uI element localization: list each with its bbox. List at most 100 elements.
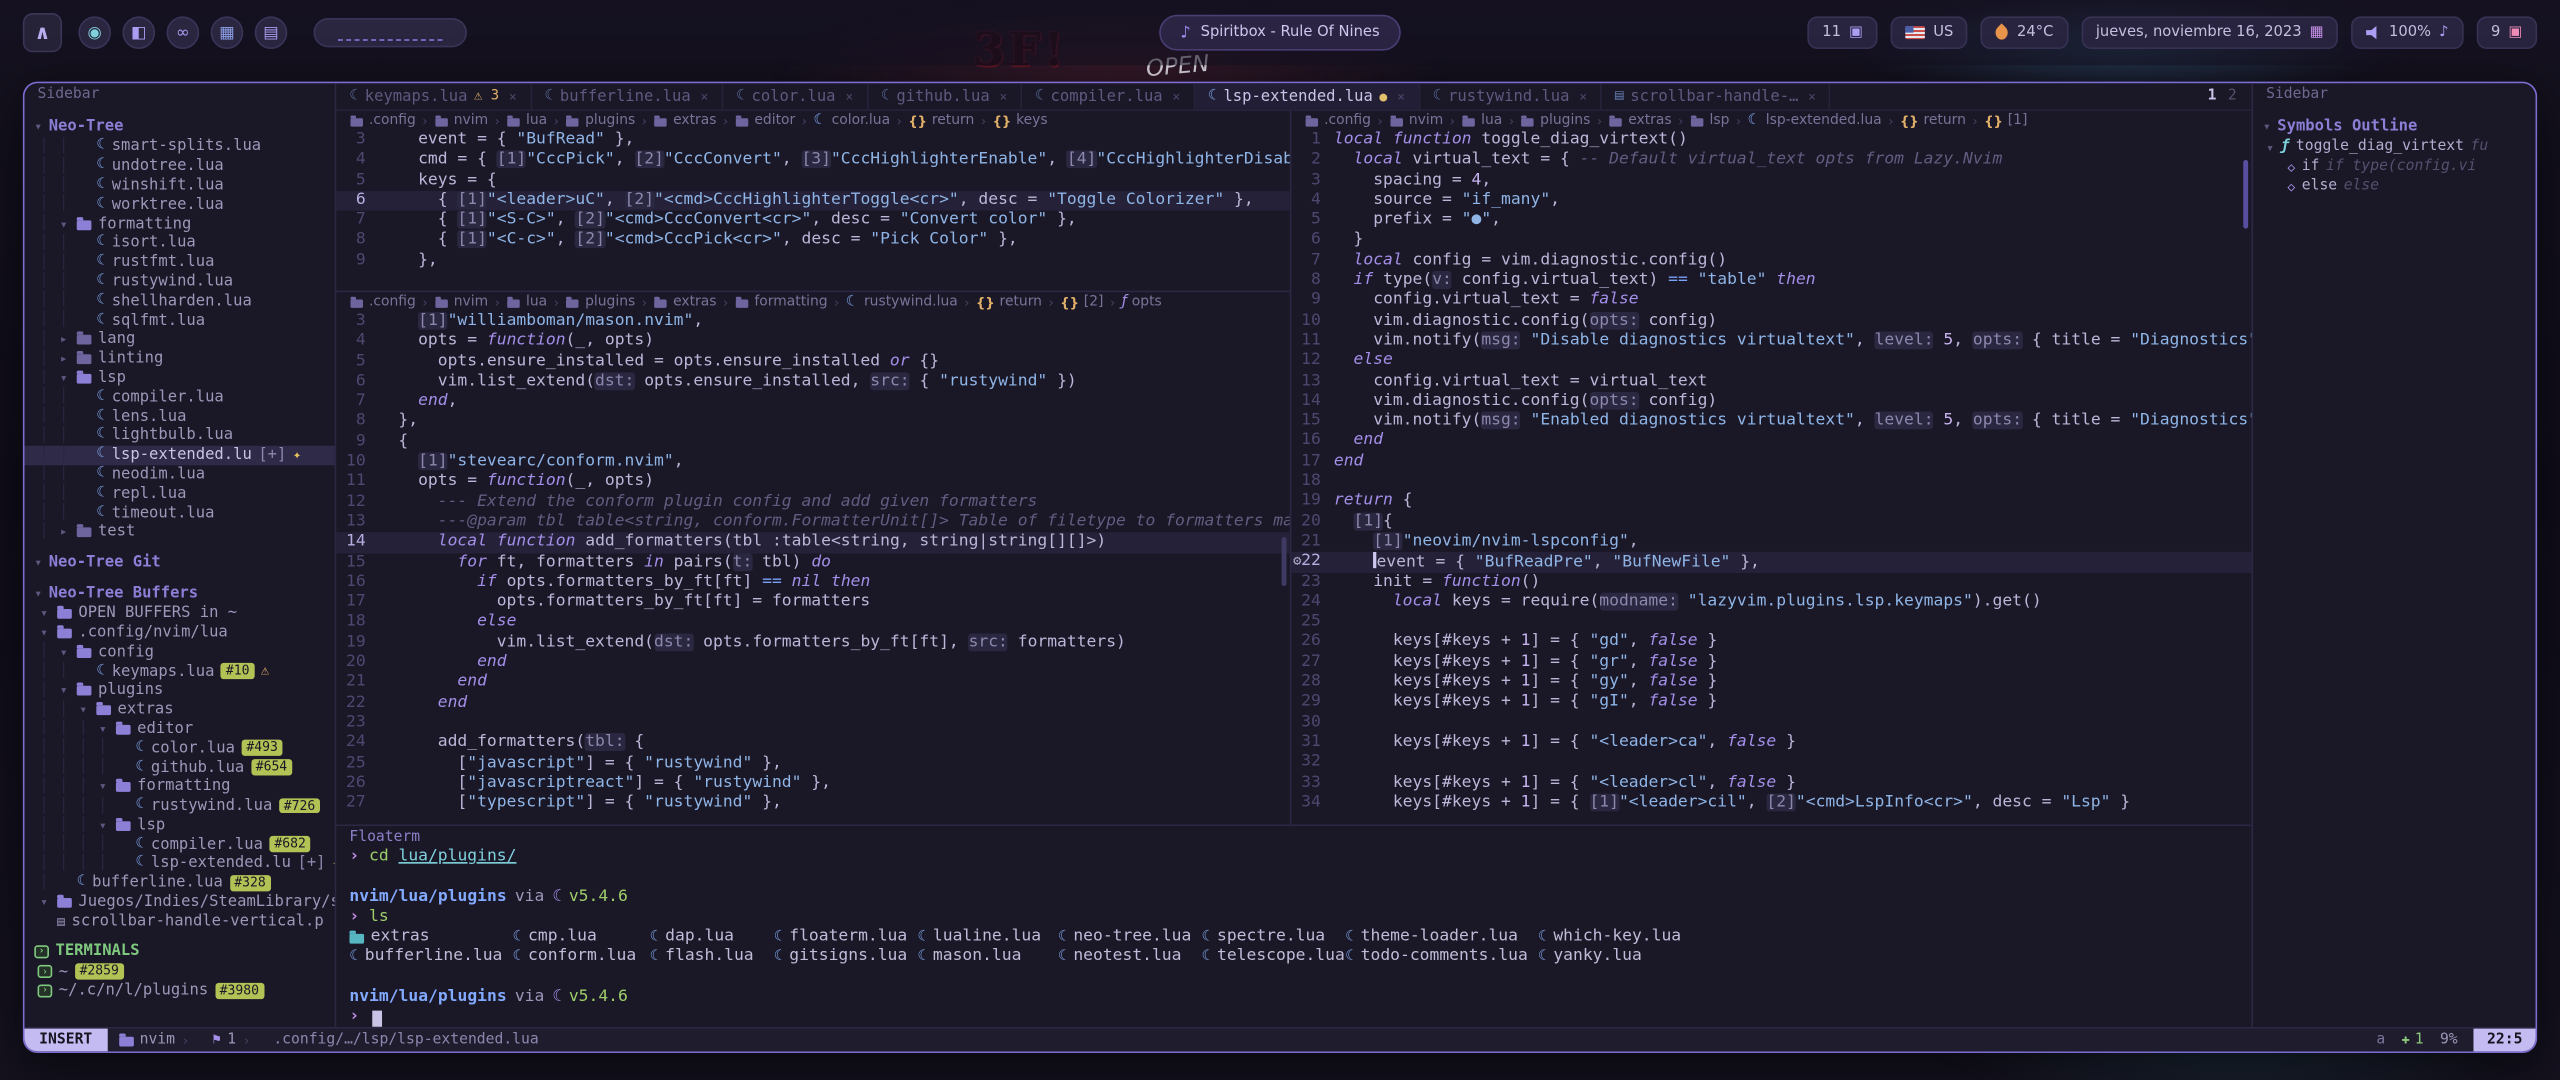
file-entry-which-key-lua[interactable]: ☾which-key.lua bbox=[1538, 928, 2251, 948]
code-line[interactable]: 16 end bbox=[1291, 432, 2251, 452]
tree-item-rustywind-lua[interactable]: ││ ☾rustywind.lua bbox=[24, 272, 334, 291]
code-line[interactable]: 17 opts.formatters_by_ft[ft] = formatter… bbox=[336, 593, 1289, 613]
breadcrumb-item[interactable]: lua bbox=[506, 113, 547, 129]
tab-github-lua[interactable]: ☾github.lua× bbox=[868, 83, 1022, 109]
file-entry-cmp-lua[interactable]: ☾cmp.lua bbox=[513, 928, 650, 948]
floaterm-panel[interactable]: Floaterm ›cdlua/plugins/ nvim/lua/plugin… bbox=[336, 824, 2251, 1026]
code-line[interactable]: 17end bbox=[1291, 452, 2251, 472]
file-entry-spectre-lua[interactable]: ☾spectre.lua bbox=[1202, 928, 1346, 948]
tab-rustywind-lua[interactable]: ☾rustywind.lua× bbox=[1420, 83, 1602, 109]
breadcrumb-item[interactable]: .config bbox=[1304, 113, 1370, 129]
code-line[interactable]: 10 vim.diagnostic.config(opts: config) bbox=[1291, 311, 2251, 331]
notifications-module[interactable]: 9▣ bbox=[2476, 16, 2537, 49]
tab-color-lua[interactable]: ☾color.lua× bbox=[723, 83, 868, 109]
file-entry-dap-lua[interactable]: ☾dap.lua bbox=[650, 928, 774, 948]
tab-number-2[interactable]: 2 bbox=[2228, 88, 2237, 104]
tree-item-sqlfmt-lua[interactable]: ││ ☾sqlfmt.lua bbox=[24, 310, 334, 329]
tree-item-undotree-lua[interactable]: ││ ☾undotree.lua bbox=[24, 156, 334, 175]
search-input[interactable] bbox=[338, 24, 442, 40]
file-entry-neotest-lua[interactable]: ☾neotest.lua bbox=[1058, 948, 1202, 968]
code-line[interactable]: 27 ["typescript"] = { "rustywind" }, bbox=[336, 794, 1289, 814]
close-icon[interactable]: × bbox=[1172, 89, 1180, 104]
tree-item-item[interactable]: ›~#2859 bbox=[24, 962, 334, 981]
code-line[interactable]: 7 end, bbox=[336, 392, 1289, 412]
editor-pane-lsp-extended[interactable]: .config›nvim›lua›plugins›extras›lsp›☾lsp… bbox=[1291, 111, 2251, 824]
volume-module[interactable]: 100%♪ bbox=[2351, 16, 2463, 49]
tree-item-config[interactable]: │▾config bbox=[24, 642, 334, 661]
file-entry-theme-loader-lua[interactable]: ☾theme-loader.lua bbox=[1345, 928, 1538, 948]
tree-item-juegos-indies-steamlibrary-st[interactable]: ▾Juegos/Indies/SteamLibrary/st bbox=[24, 893, 334, 912]
section-header-neo-tree-buffers[interactable]: ▾Neo-Tree Buffers bbox=[24, 582, 334, 603]
code-line[interactable]: 8 { [1]"<C-c>", [2]"<cmd>CccPick<cr>", d… bbox=[336, 231, 1289, 251]
code-line[interactable]: 5 keys = { bbox=[336, 171, 1289, 191]
code-line[interactable]: 3 spacing = 4, bbox=[1291, 171, 2251, 191]
apps-button[interactable]: ▦ bbox=[211, 16, 244, 49]
tree-item-test[interactable]: │▸test bbox=[24, 522, 334, 541]
breadcrumb-item[interactable]: plugins bbox=[1521, 113, 1591, 129]
tree-item-worktree-lua[interactable]: ││ ☾worktree.lua bbox=[24, 195, 334, 214]
close-icon[interactable]: × bbox=[1397, 89, 1405, 104]
code-line[interactable]: 20 end bbox=[336, 653, 1289, 673]
breadcrumb-item[interactable]: formatting bbox=[735, 294, 828, 310]
tree-item-extras[interactable]: ││▾extras bbox=[24, 700, 334, 719]
close-icon[interactable]: × bbox=[1808, 89, 1816, 104]
outline-item-if[interactable]: ◇ifif type(config.vi bbox=[2253, 157, 2535, 177]
scrollbar[interactable] bbox=[1282, 537, 1287, 586]
code-line[interactable]: 12 --- Extend the conform plugin config … bbox=[336, 493, 1289, 513]
code-line[interactable]: 9 config.virtual_text = false bbox=[1291, 291, 2251, 311]
tree-item-compiler-lua[interactable]: ││ ☾compiler.lua bbox=[24, 388, 334, 407]
breadcrumb-item[interactable]: ☾rustywind.lua bbox=[846, 294, 958, 310]
code-line[interactable]: 4 source = "if_many", bbox=[1291, 191, 2251, 211]
code-line[interactable]: 13 ---@param tbl table<string, conform.F… bbox=[336, 513, 1289, 533]
tree-item-shellharden-lua[interactable]: ││ ☾shellharden.lua bbox=[24, 291, 334, 310]
code-line[interactable]: 7 local config = vim.diagnostic.config() bbox=[1291, 251, 2251, 271]
floaterm-terminal[interactable]: ›cdlua/plugins/ nvim/lua/pluginsvia☾v5.4… bbox=[336, 847, 2251, 1027]
code-line[interactable]: 18 else bbox=[336, 613, 1289, 633]
tree-item-isort-lua[interactable]: ││ ☾isort.lua bbox=[24, 233, 334, 252]
code-line[interactable]: 15 vim.notify(msg: "Enabled diagnostics … bbox=[1291, 412, 2251, 432]
tab-scrollbar-handle[interactable]: ▤scrollbar-handle-…× bbox=[1602, 83, 1831, 109]
code-line[interactable]: 11 vim.notify(msg: "Disable diagnostics … bbox=[1291, 331, 2251, 351]
breadcrumb-item[interactable]: {}[1] bbox=[1984, 113, 2027, 129]
close-icon[interactable]: × bbox=[700, 89, 708, 104]
code-line[interactable]: 33 keys[#keys + 1] = { "<leader>cl", fal… bbox=[1291, 773, 2251, 793]
tree-item-lsp[interactable]: │││▾lsp bbox=[24, 816, 334, 835]
tree-item-winshift-lua[interactable]: ││ ☾winshift.lua bbox=[24, 176, 334, 195]
tree-item-c-n-l-plugins[interactable]: ›~/.c/n/l/plugins#3980 bbox=[24, 981, 334, 1000]
file-entry-neo-tree-lua[interactable]: ☾neo-tree.lua bbox=[1058, 928, 1202, 948]
code-line[interactable]: 29 keys[#keys + 1] = { "gI", false } bbox=[1291, 693, 2251, 713]
breadcrumb-item[interactable]: {}return bbox=[1900, 113, 1966, 129]
toggle-button[interactable]: ◧ bbox=[122, 16, 155, 49]
power-button[interactable]: ◉ bbox=[78, 16, 111, 49]
file-entry-flash-lua[interactable]: ☾flash.lua bbox=[650, 948, 774, 968]
search-pill[interactable] bbox=[313, 18, 466, 47]
code-line[interactable]: ⚙22 event = { "BufReadPre", "BufNewFile"… bbox=[1291, 552, 2251, 572]
tree-item-neodim-lua[interactable]: ││ ☾neodim.lua bbox=[24, 465, 334, 484]
tree-item-open-buffers-in[interactable]: ▾OPEN BUFFERS in ~ bbox=[24, 604, 334, 623]
file-entry-floaterm-lua[interactable]: ☾floaterm.lua bbox=[774, 928, 918, 948]
code-line[interactable]: 8 if type(v: config.virtual_text) == "ta… bbox=[1291, 271, 2251, 291]
tree-item-lsp-extended-lu[interactable]: ││ ☾lsp-extended.lu[+]✦ bbox=[24, 445, 334, 464]
code-line[interactable]: 27 keys[#keys + 1] = { "gr", false } bbox=[1291, 653, 2251, 673]
code-line[interactable]: 28 keys[#keys + 1] = { "gy", false } bbox=[1291, 673, 2251, 693]
breadcrumb-item[interactable]: lua bbox=[1462, 113, 1503, 129]
tree-item-repl-lua[interactable]: ││ ☾repl.lua bbox=[24, 484, 334, 503]
keyboard-layout-module[interactable]: US bbox=[1891, 16, 1968, 49]
code-line[interactable]: 2 local virtual_text = { -- Default virt… bbox=[1291, 151, 2251, 171]
file-entry-todo-comments-lua[interactable]: ☾todo-comments.lua bbox=[1345, 948, 1538, 968]
tree-item-rustywind-lua[interactable]: ││││ ☾rustywind.lua#726 bbox=[24, 796, 334, 815]
code-line[interactable]: 8 }, bbox=[336, 412, 1289, 432]
tree-item-lens-lua[interactable]: ││ ☾lens.lua bbox=[24, 407, 334, 426]
weather-module[interactable]: 24°C bbox=[1981, 16, 2068, 49]
tree-item-timeout-lua[interactable]: ││ ☾timeout.lua bbox=[24, 503, 334, 522]
code-line[interactable]: 6 } bbox=[1291, 231, 2251, 251]
code-line[interactable]: 31 keys[#keys + 1] = { "<leader>ca", fal… bbox=[1291, 733, 2251, 753]
breadcrumb-item[interactable]: ☾color.lua bbox=[814, 113, 891, 129]
breadcrumb-item[interactable]: {}keys bbox=[993, 113, 1048, 129]
section-header-terminals[interactable]: ›TERMINALS bbox=[24, 941, 334, 962]
code-line[interactable]: 21 end bbox=[336, 673, 1289, 693]
breadcrumb-item[interactable]: .config bbox=[349, 294, 415, 310]
code-line[interactable]: 15 for ft, formatters in pairs(t: tbl) d… bbox=[336, 553, 1289, 573]
breadcrumb-item[interactable]: extras bbox=[654, 294, 717, 310]
breadcrumb-item[interactable]: ƒopts bbox=[1122, 294, 1162, 310]
